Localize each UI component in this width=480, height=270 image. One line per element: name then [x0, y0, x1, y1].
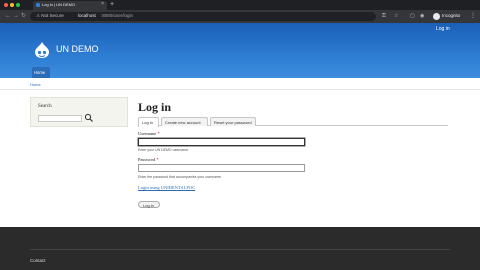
username-field[interactable] — [138, 138, 305, 146]
close-window-icon[interactable] — [4, 3, 8, 7]
tab-log-in[interactable]: Log in — [138, 117, 159, 127]
kebab-menu-icon[interactable]: ⋮ — [470, 12, 476, 19]
back-arrow-icon[interactable]: ← — [5, 12, 11, 20]
minimize-window-icon[interactable] — [10, 3, 14, 7]
username-label: Username * — [138, 131, 160, 136]
tab-create-new-account[interactable]: Create new account — [161, 117, 208, 126]
tab-label: Log in — [142, 120, 153, 125]
password-description: Enter the password that accompanies your… — [138, 175, 222, 179]
site-header: Log in UN DEMO Home — [0, 23, 480, 78]
forward-arrow-icon[interactable]: → — [13, 12, 19, 20]
sidebar-search-block: Search — [30, 97, 128, 127]
footer-divider — [30, 249, 450, 250]
required-marker: * — [157, 131, 160, 136]
password-field[interactable] — [138, 164, 305, 172]
url-host: localhost — [78, 13, 96, 18]
log-in-button-label: Log in — [143, 203, 154, 208]
browser-toolbar: ← → ↻ ⚠ Not Secure localhost :8080/user/… — [0, 10, 480, 23]
url-path: :8080/user/login — [101, 13, 134, 18]
address-bar[interactable]: ⚠ Not Secure localhost :8080/user/login — [30, 12, 376, 21]
user-login-link[interactable]: Log in — [436, 26, 450, 32]
reload-icon[interactable]: ↻ — [21, 12, 26, 20]
security-indicator[interactable]: ⚠ Not Secure — [36, 13, 64, 19]
password-label: Password * — [138, 157, 159, 162]
search-input[interactable] — [38, 115, 82, 122]
favicon-icon — [36, 3, 40, 7]
nav-item-home[interactable]: Home — [32, 67, 50, 78]
username-description: Enter your UN DEMO username. — [138, 148, 190, 152]
nav-item-label: Home — [34, 70, 46, 75]
profile-icon[interactable]: ◉ — [420, 13, 424, 19]
star-icon[interactable]: ☆ — [394, 13, 398, 19]
site-footer: Contact — [0, 227, 480, 270]
site-name[interactable]: UN DEMO — [56, 44, 99, 54]
incognito-label: Incognito — [442, 13, 461, 18]
footer-contact-link[interactable]: Contact — [30, 258, 46, 263]
required-marker: * — [156, 157, 159, 162]
page-title: Log in — [138, 100, 172, 114]
extensions-icon[interactable]: ▢ — [410, 13, 415, 19]
browser-tab-title: Log in | UN DEMO — [42, 2, 76, 7]
tab-label: Create new account — [165, 120, 201, 125]
log-in-button[interactable]: Log in — [138, 201, 160, 208]
maximize-window-icon[interactable] — [16, 3, 20, 7]
primary-tabs: Log in Create new account Reset your pas… — [138, 117, 448, 127]
browser-tab-active[interactable]: Log in | UN DEMO × — [33, 1, 107, 10]
search-icon[interactable] — [84, 113, 94, 123]
sidebar-search-title: Search — [38, 104, 52, 109]
new-tab-button[interactable]: + — [110, 0, 114, 9]
breadcrumb-home-link[interactable]: Home — [30, 82, 41, 87]
tab-label: Reset your password — [214, 120, 252, 125]
tab-reset-your-password[interactable]: Reset your password — [210, 117, 256, 126]
drupal-logo-icon[interactable] — [33, 41, 51, 59]
browser-tabstrip: Log in | UN DEMO × + — [0, 0, 480, 10]
breadcrumb: Home — [0, 78, 480, 90]
incognito-icon[interactable] — [433, 13, 440, 20]
sso-login-link[interactable]: Login using UNIDENTALPOC — [138, 185, 195, 190]
key-icon[interactable]: ⚿ — [382, 13, 386, 19]
tab-close-icon[interactable]: × — [101, 1, 104, 7]
